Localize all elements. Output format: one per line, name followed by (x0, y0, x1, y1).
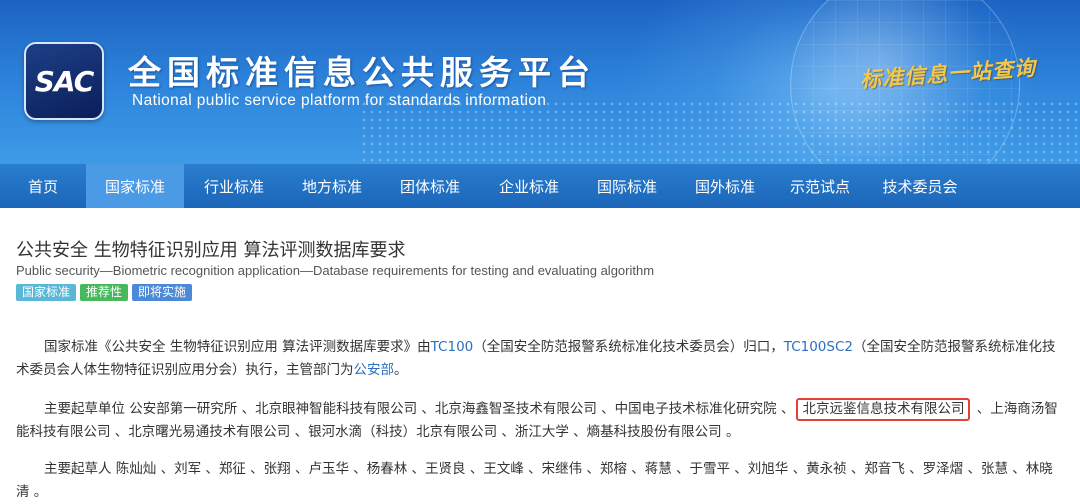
standard-tags: 国家标准 推荐性 即将实施 (16, 284, 193, 301)
link-tc100sc2[interactable]: TC100SC2 (784, 339, 853, 355)
highlighted-company: 北京远鉴信息技术有限公司 (796, 398, 971, 421)
link-tc100[interactable]: TC100 (431, 339, 474, 355)
nav-item-pilot-demo[interactable]: 示范试点 (774, 164, 866, 208)
site-title-cn: 全国标准信息公共服务平台 (128, 53, 596, 92)
text: 。 (394, 362, 408, 378)
nav-item-group-standards[interactable]: 团体标准 (380, 164, 480, 208)
main-nav: 首页 国家标准 行业标准 地方标准 团体标准 企业标准 国际标准 国外标准 示范… (0, 164, 1080, 208)
nav-item-foreign-standards[interactable]: 国外标准 (676, 164, 774, 208)
standard-detail: 公共安全 生物特征识别应用 算法评测数据库要求 Public security—… (0, 208, 1080, 501)
nav-item-technical-committee[interactable]: 技术委员会 (866, 164, 974, 208)
text: 主要起草单位 公安部第一研究所 、北京眼神智能科技有限公司 、北京海鑫智圣技术有… (44, 401, 795, 417)
nav-item-international-standards[interactable]: 国际标准 (578, 164, 676, 208)
tag-national-standard: 国家标准 (16, 284, 77, 301)
tag-recommended: 推荐性 (80, 284, 129, 301)
logo-text: SAC (34, 64, 95, 98)
nav-item-enterprise-standards[interactable]: 企业标准 (480, 164, 578, 208)
paragraph-drafters: 主要起草人 陈灿灿 、刘军 、郑征 、张翔 、卢玉华 、杨春林 、王贤良 、王文… (16, 461, 1053, 500)
tag-upcoming: 即将实施 (132, 284, 193, 301)
standard-title: 公共安全 生物特征识别应用 算法评测数据库要求 (16, 240, 406, 261)
site-banner: SAC 全国标准信息公共服务平台 National public service… (0, 0, 1080, 164)
sac-logo[interactable]: SAC (24, 42, 104, 120)
text: （全国安全防范报警系统标准化技术委员会）归口， (473, 339, 784, 355)
paragraph-administration: 国家标准《公共安全 生物特征识别应用 算法评测数据库要求》由TC100（全国安全… (16, 336, 1066, 382)
standard-title-en: Public security—Biometric recognition ap… (16, 263, 655, 278)
paragraph-drafting-units: 主要起草单位 公安部第一研究所 、北京眼神智能科技有限公司 、北京海鑫智圣技术有… (16, 398, 1066, 444)
text: 国家标准《公共安全 生物特征识别应用 算法评测数据库要求》由 (44, 339, 431, 355)
nav-item-industry-standards[interactable]: 行业标准 (184, 164, 284, 208)
nav-item-home[interactable]: 首页 (0, 164, 86, 208)
nav-item-local-standards[interactable]: 地方标准 (284, 164, 380, 208)
nav-item-national-standards[interactable]: 国家标准 (86, 164, 184, 208)
site-title-en: National public service platform for sta… (132, 92, 547, 109)
link-ministry[interactable]: 公安部 (354, 362, 395, 378)
